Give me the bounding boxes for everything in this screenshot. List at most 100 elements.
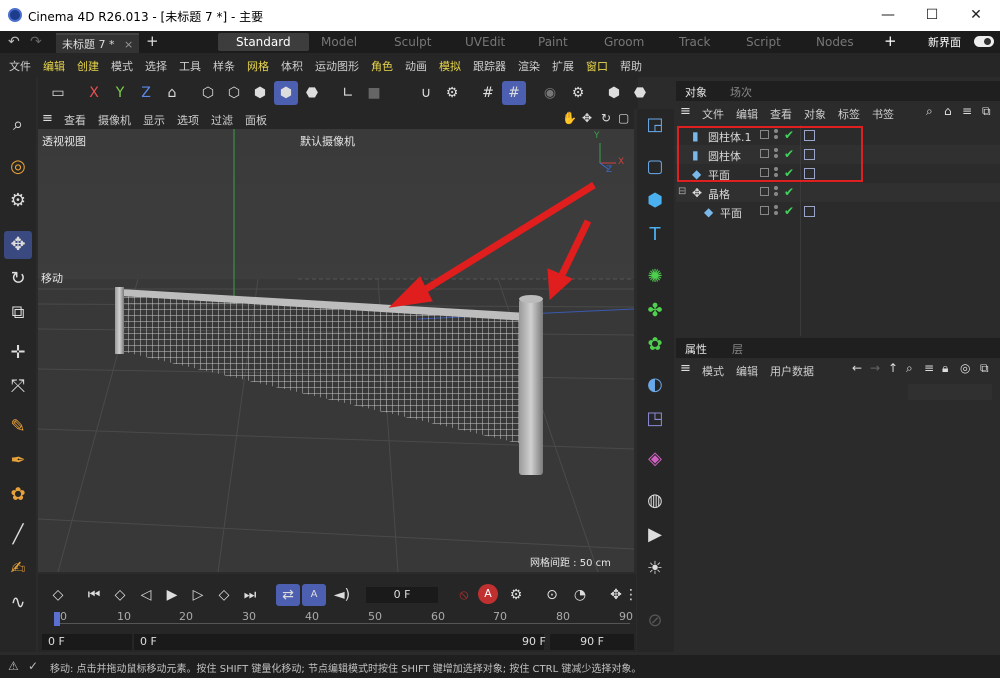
new-document-button[interactable]: + bbox=[146, 32, 159, 50]
redo-icon[interactable]: ↷ bbox=[30, 34, 42, 50]
collapse-toggle-icon[interactable]: ⊟ bbox=[678, 186, 686, 197]
layout-tab-standard[interactable]: Standard bbox=[218, 33, 309, 51]
viewport-menu-cameras[interactable]: 摄像机 bbox=[98, 112, 131, 128]
record-icon[interactable]: ⦸ bbox=[452, 584, 476, 606]
filter-icon[interactable]: ≡ bbox=[962, 104, 972, 118]
tab-layers[interactable]: 层 bbox=[732, 341, 743, 357]
enabled-check-icon[interactable]: ✔ bbox=[784, 185, 794, 199]
undo-icon[interactable]: ↶ bbox=[8, 34, 20, 50]
menu-help[interactable]: 帮助 bbox=[620, 58, 642, 74]
menu-volume[interactable]: 体积 bbox=[281, 58, 303, 74]
go-to-start-icon[interactable]: ⏮ bbox=[82, 584, 106, 606]
polygons-mode-icon[interactable]: ⬢ bbox=[248, 81, 272, 105]
soft-selection-icon[interactable]: ■ bbox=[362, 81, 386, 105]
om-menu-object[interactable]: 对象 bbox=[804, 106, 826, 122]
layer-icon[interactable] bbox=[760, 206, 769, 215]
visibility-dots-icon[interactable] bbox=[774, 186, 782, 198]
spline-pen-icon[interactable]: ✍ bbox=[4, 555, 32, 583]
maximize-button[interactable]: ☐ bbox=[912, 4, 952, 26]
max-frame-field[interactable]: 90 F bbox=[550, 634, 634, 650]
move-tool-icon[interactable]: ✥ bbox=[4, 231, 32, 259]
workplane-icon[interactable]: # bbox=[502, 81, 526, 105]
current-frame-field[interactable]: 0 F bbox=[366, 587, 438, 603]
deformer-bend-icon[interactable]: ◐ bbox=[641, 371, 669, 399]
om-menu-bookmarks[interactable]: 书签 bbox=[872, 106, 894, 122]
key-more-icon[interactable]: ⋮ bbox=[624, 584, 638, 606]
rotate-tool-icon[interactable]: ↻ bbox=[4, 265, 32, 293]
menu-tracker[interactable]: 跟踪器 bbox=[473, 58, 506, 74]
menu-mesh[interactable]: 网格 bbox=[247, 58, 269, 74]
y-axis-lock-button[interactable]: Y bbox=[108, 81, 132, 105]
cube-icon[interactable]: ⬢ bbox=[641, 187, 669, 215]
new-window-icon[interactable]: ⧉ bbox=[980, 361, 989, 376]
points-mode-icon[interactable]: ⬡ bbox=[196, 81, 220, 105]
lock-icon[interactable]: 🔒︎ bbox=[942, 361, 948, 376]
viewport-menu-options[interactable]: 选项 bbox=[177, 112, 199, 128]
axis-mode-icon[interactable]: ∟ bbox=[336, 81, 360, 105]
close-button[interactable]: ✕ bbox=[956, 4, 996, 26]
live-selection-icon[interactable]: ◎ bbox=[4, 153, 32, 181]
layout-tab-sculpt[interactable]: Sculpt bbox=[394, 33, 431, 51]
attribute-menu-icon[interactable]: ≡ bbox=[680, 361, 691, 376]
menu-extensions[interactable]: 扩展 bbox=[552, 58, 574, 74]
layout-tab-paint[interactable]: Paint bbox=[538, 33, 568, 51]
viewport-menu-display[interactable]: 显示 bbox=[143, 112, 165, 128]
menu-edit[interactable]: 编辑 bbox=[43, 58, 65, 74]
text-spline-icon[interactable]: T bbox=[641, 221, 669, 249]
move-axis-icon[interactable]: ✛ bbox=[4, 339, 32, 367]
perspective-viewport[interactable]: 透视视图 默认摄像机 Y X Z 移动 网格间距 : 50 cm bbox=[38, 129, 634, 572]
tab-attributes[interactable]: 属性 bbox=[685, 341, 707, 357]
light-icon[interactable]: ☀ bbox=[641, 555, 669, 583]
model-mode-icon[interactable]: ⬢ bbox=[274, 81, 298, 105]
viewport-menu-icon[interactable]: ≡ bbox=[42, 111, 53, 126]
viewport-menu-panel[interactable]: 面板 bbox=[245, 112, 267, 128]
object-row-lattice[interactable]: ⊟ ✥ 晶格 ✔ bbox=[676, 183, 1000, 202]
render-more-icon[interactable]: ⬣ bbox=[628, 81, 652, 105]
attribute-search-field[interactable] bbox=[908, 384, 992, 400]
rotate-view-icon[interactable]: ↻ bbox=[601, 111, 611, 125]
keyframe-icon[interactable]: ◇ bbox=[46, 584, 70, 606]
menu-select[interactable]: 选择 bbox=[145, 58, 167, 74]
menu-window[interactable]: 窗口 bbox=[586, 58, 608, 74]
autokey-icon[interactable]: A bbox=[478, 584, 498, 604]
om-menu-edit[interactable]: 编辑 bbox=[736, 106, 758, 122]
key-scale-icon[interactable]: ◔ bbox=[568, 584, 592, 606]
menu-tools[interactable]: 工具 bbox=[179, 58, 201, 74]
field-icon[interactable]: ◳ bbox=[641, 405, 669, 433]
render-view-icon[interactable]: ◉ bbox=[538, 81, 562, 105]
subdivision-surface-icon[interactable]: ✺ bbox=[641, 263, 669, 291]
sound-icon[interactable]: ◄) bbox=[330, 584, 354, 606]
menu-render[interactable]: 渲染 bbox=[518, 58, 540, 74]
paint-icon[interactable]: ✿ bbox=[4, 481, 32, 509]
document-tab[interactable]: 未标题 7 * × bbox=[56, 33, 140, 53]
forward-arrow-icon[interactable]: → bbox=[870, 361, 880, 375]
snap-settings-icon[interactable]: ⚙ bbox=[440, 81, 464, 105]
am-menu-mode[interactable]: 模式 bbox=[702, 363, 724, 379]
go-to-end-icon[interactable]: ⏭ bbox=[238, 584, 262, 606]
prev-frame-icon[interactable]: ◁ bbox=[134, 584, 158, 606]
autokey-mode-button[interactable]: A bbox=[302, 584, 326, 606]
menu-spline[interactable]: 样条 bbox=[213, 58, 235, 74]
snap-magnet-icon[interactable]: ∪ bbox=[414, 81, 438, 105]
play-icon[interactable]: ▶ bbox=[160, 584, 184, 606]
end-frame-field[interactable]: 90 F bbox=[516, 634, 546, 650]
home-icon[interactable]: ⌂ bbox=[944, 104, 952, 118]
new-window-icon[interactable]: ⧉ bbox=[982, 104, 991, 119]
search-icon[interactable]: ⌕ bbox=[926, 104, 933, 119]
menu-animate[interactable]: 动画 bbox=[405, 58, 427, 74]
spline-rectangle-icon[interactable]: ▢ bbox=[641, 153, 669, 181]
edges-mode-icon[interactable]: ⬡ bbox=[222, 81, 246, 105]
enabled-check-icon[interactable]: ✔ bbox=[784, 204, 794, 218]
sketch-icon[interactable]: ∿ bbox=[4, 589, 32, 617]
filter-icon[interactable]: ≡ bbox=[924, 361, 934, 375]
key-lock-icon[interactable]: ⊙ bbox=[540, 584, 564, 606]
pan-hand-icon[interactable]: ✋ bbox=[562, 111, 577, 125]
menu-file[interactable]: 文件 bbox=[9, 58, 31, 74]
uv-mode-icon[interactable]: ⬣ bbox=[300, 81, 324, 105]
interface-toggle[interactable] bbox=[974, 36, 994, 47]
search-icon[interactable]: ⌕ bbox=[906, 361, 913, 376]
frame-ruler[interactable] bbox=[56, 608, 630, 624]
render-picture-viewer-icon[interactable]: ⬢ bbox=[602, 81, 626, 105]
menu-mograph[interactable]: 运动图形 bbox=[315, 58, 359, 74]
menu-create[interactable]: 创建 bbox=[77, 58, 99, 74]
